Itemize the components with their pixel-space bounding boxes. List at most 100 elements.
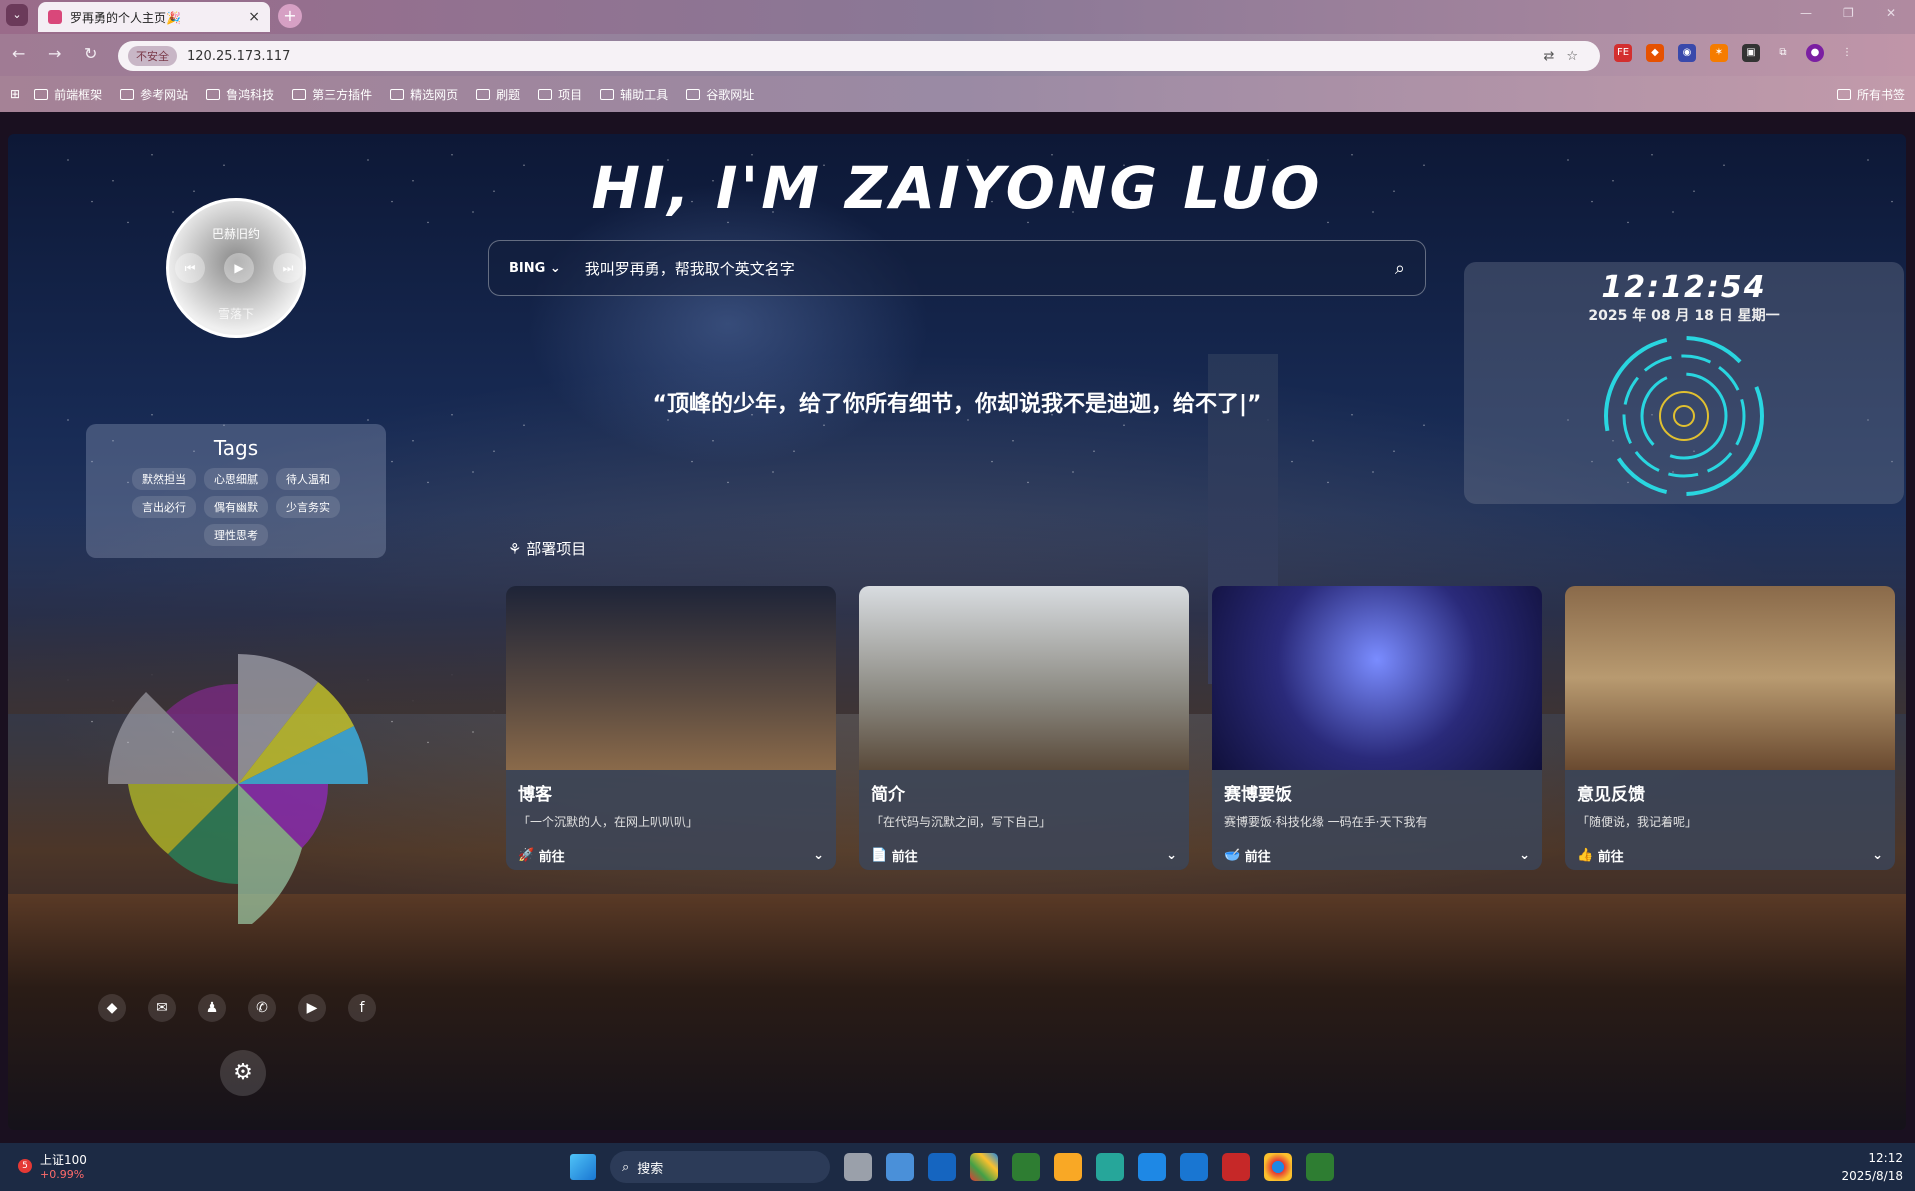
- security-badge[interactable]: 不安全: [128, 46, 177, 66]
- card-go-button[interactable]: 👍 前往 ⌄: [1577, 846, 1883, 865]
- settings-gear-icon[interactable]: ⚙: [220, 1050, 266, 1096]
- app-icon[interactable]: [928, 1153, 956, 1181]
- forward-icon[interactable]: →: [48, 44, 61, 63]
- card-go-button[interactable]: 🥣 前往 ⌄: [1224, 846, 1530, 865]
- next-track-icon[interactable]: ⏭: [273, 253, 303, 283]
- music-player: 巴赫旧约 ⏮ ▶ ⏭ 雪落下: [166, 198, 306, 338]
- tag: 心思细腻: [204, 468, 268, 490]
- tags-title: Tags: [213, 436, 259, 460]
- vscode-icon[interactable]: [1180, 1153, 1208, 1181]
- chrome-icon[interactable]: [1264, 1153, 1292, 1181]
- card-title: 意见反馈: [1577, 785, 1645, 805]
- card-desc: 「一个沉默的人，在网上叭叭叭」: [518, 815, 699, 829]
- tab-title: 罗再勇的个人主页🎉: [70, 10, 181, 25]
- extension-icon[interactable]: ◆: [1646, 44, 1664, 62]
- profile-avatar[interactable]: ●: [1806, 44, 1824, 62]
- apps-icon[interactable]: ⊞: [10, 87, 20, 101]
- filezilla-icon[interactable]: [1222, 1153, 1250, 1181]
- file-explorer-icon[interactable]: [1054, 1153, 1082, 1181]
- new-tab-button[interactable]: +: [278, 4, 302, 28]
- page-headline: HI, I'M ZAIYONG LUO: [591, 154, 1323, 222]
- card-title: 赛博要饭: [1224, 785, 1292, 805]
- prev-track-icon[interactable]: ⏮: [175, 253, 205, 283]
- address-text[interactable]: 120.25.173.117: [187, 49, 290, 64]
- card-title: 博客: [518, 785, 552, 805]
- clock-widget: 12:12:54 2025 年 08 月 18 日 星期一: [1464, 262, 1904, 504]
- stock-widget[interactable]: 5 上证100 +0.99%: [18, 1151, 87, 1181]
- bookmark-folder[interactable]: 辅助工具: [600, 86, 668, 103]
- notification-badge: 5: [18, 1159, 32, 1173]
- facebook-icon[interactable]: f: [348, 994, 376, 1022]
- mail-icon[interactable]: ✉: [148, 994, 176, 1022]
- store-icon[interactable]: [970, 1153, 998, 1181]
- widget-icon[interactable]: [886, 1153, 914, 1181]
- extension-icon[interactable]: ✶: [1710, 44, 1728, 62]
- extension-icons: FE ◆ ◉ ✶ ▣ ⧉ ● ⋮: [1614, 44, 1856, 62]
- translate-bookmark-icons[interactable]: ⇄☆: [1543, 49, 1590, 64]
- close-window-icon[interactable]: ✕: [1886, 6, 1896, 20]
- clock-date: 2025 年 08 月 18 日 星期一: [1588, 308, 1780, 324]
- restore-icon[interactable]: ❐: [1843, 6, 1854, 20]
- project-card-donate[interactable]: 赛博要饭 赛博要饭·科技化缘 一码在手·天下我有 🥣 前往 ⌄: [1212, 586, 1542, 870]
- wechat-icon[interactable]: ✆: [248, 994, 276, 1022]
- song-artist: 雪落下: [217, 307, 254, 321]
- puzzle-icon[interactable]: ⧉: [1774, 44, 1792, 62]
- active-tab[interactable]: 罗再勇的个人主页🎉 ×: [38, 2, 270, 32]
- git-icon[interactable]: ◆: [98, 994, 126, 1022]
- card-go-button[interactable]: 📄 前往 ⌄: [871, 846, 1177, 865]
- tab-close-icon[interactable]: ×: [248, 9, 260, 25]
- office-photo: [859, 586, 1189, 770]
- app-icon[interactable]: [1096, 1153, 1124, 1181]
- extension-icon[interactable]: ▣: [1742, 44, 1760, 62]
- search-engine-select[interactable]: BING ⌄: [509, 261, 561, 276]
- minimize-icon[interactable]: —: [1800, 6, 1812, 20]
- maps-icon[interactable]: [1138, 1153, 1166, 1181]
- stock-change: +0.99%: [40, 1168, 85, 1181]
- bookmark-folder[interactable]: 第三方插件: [292, 86, 372, 103]
- taskbar-search[interactable]: ⌕ 搜索: [610, 1151, 830, 1183]
- excel-icon[interactable]: [1306, 1153, 1334, 1181]
- windows-taskbar: 5 上证100 +0.99% ⌕ 搜索 12:12 2025/8/18: [0, 1143, 1915, 1191]
- bookmark-folder[interactable]: 前端框架: [34, 86, 102, 103]
- chevron-down-icon: ⌄: [813, 848, 824, 863]
- card-title: 简介: [871, 785, 905, 805]
- browser-tabbar: ⌄ 罗再勇的个人主页🎉 × + — ❐ ✕: [0, 0, 1915, 34]
- back-icon[interactable]: ←: [12, 44, 25, 63]
- qq-icon[interactable]: ♟: [198, 994, 226, 1022]
- bookmark-folder[interactable]: 刷题: [476, 86, 520, 103]
- song-title: 巴赫旧约: [211, 227, 260, 241]
- menu-icon[interactable]: ⋮: [1838, 44, 1856, 62]
- hbuilder-icon[interactable]: [1012, 1153, 1040, 1181]
- tag: 少言务实: [276, 496, 340, 518]
- project-card-feedback[interactable]: 意见反馈 「随便说，我记着呢」 👍 前往 ⌄: [1565, 586, 1895, 870]
- bookmark-folder[interactable]: 精选网页: [390, 86, 458, 103]
- card-go-button[interactable]: 🚀 前往 ⌄: [518, 846, 824, 865]
- bookmark-folder[interactable]: 谷歌网址: [686, 86, 754, 103]
- search-bar[interactable]: BING ⌄ 我叫罗再勇，帮我取个英文名字 ⌕: [488, 240, 1426, 296]
- start-icon[interactable]: [570, 1154, 596, 1180]
- youtube-icon[interactable]: ▶: [298, 994, 326, 1022]
- search-icon[interactable]: ⌕: [1395, 258, 1405, 279]
- browser-toolbar: ← → ↻ 不安全 120.25.173.117 ⇄☆ FE ◆ ◉ ✶ ▣ ⧉…: [0, 34, 1915, 76]
- project-card-blog[interactable]: 博客 「一个沉默的人，在网上叭叭叭」 🚀 前往 ⌄: [506, 586, 836, 870]
- search-input[interactable]: 我叫罗再勇，帮我取个英文名字: [585, 258, 1395, 279]
- tab-search-button[interactable]: ⌄: [6, 4, 28, 26]
- address-bar[interactable]: 不安全 120.25.173.117 ⇄☆: [118, 41, 1600, 71]
- task-view-icon[interactable]: [844, 1153, 872, 1181]
- fe-extension-icon[interactable]: FE: [1614, 44, 1632, 62]
- project-card-intro[interactable]: 简介 「在代码与沉默之间，写下自己」 📄 前往 ⌄: [859, 586, 1189, 870]
- system-clock[interactable]: 12:12 2025/8/18: [1841, 1149, 1903, 1185]
- reload-icon[interactable]: ↻: [84, 44, 97, 63]
- play-icon[interactable]: ▶: [224, 253, 254, 283]
- taskbar-apps: ⌕ 搜索: [570, 1151, 1334, 1183]
- chevron-down-icon: ⌄: [1519, 848, 1530, 863]
- all-bookmarks[interactable]: 所有书签: [1836, 86, 1905, 103]
- bookmark-folder[interactable]: 项目: [538, 86, 582, 103]
- chevron-down-icon: ⌄: [1872, 848, 1883, 863]
- bookmark-folder[interactable]: 鲁鸿科技: [206, 86, 274, 103]
- extension-icon[interactable]: ◉: [1678, 44, 1696, 62]
- chevron-down-icon: ⌄: [1166, 848, 1177, 863]
- bookmark-folder[interactable]: 参考网站: [120, 86, 188, 103]
- radar-ring-icon: [1604, 336, 1764, 496]
- card-desc: 「随便说，我记着呢」: [1577, 815, 1698, 829]
